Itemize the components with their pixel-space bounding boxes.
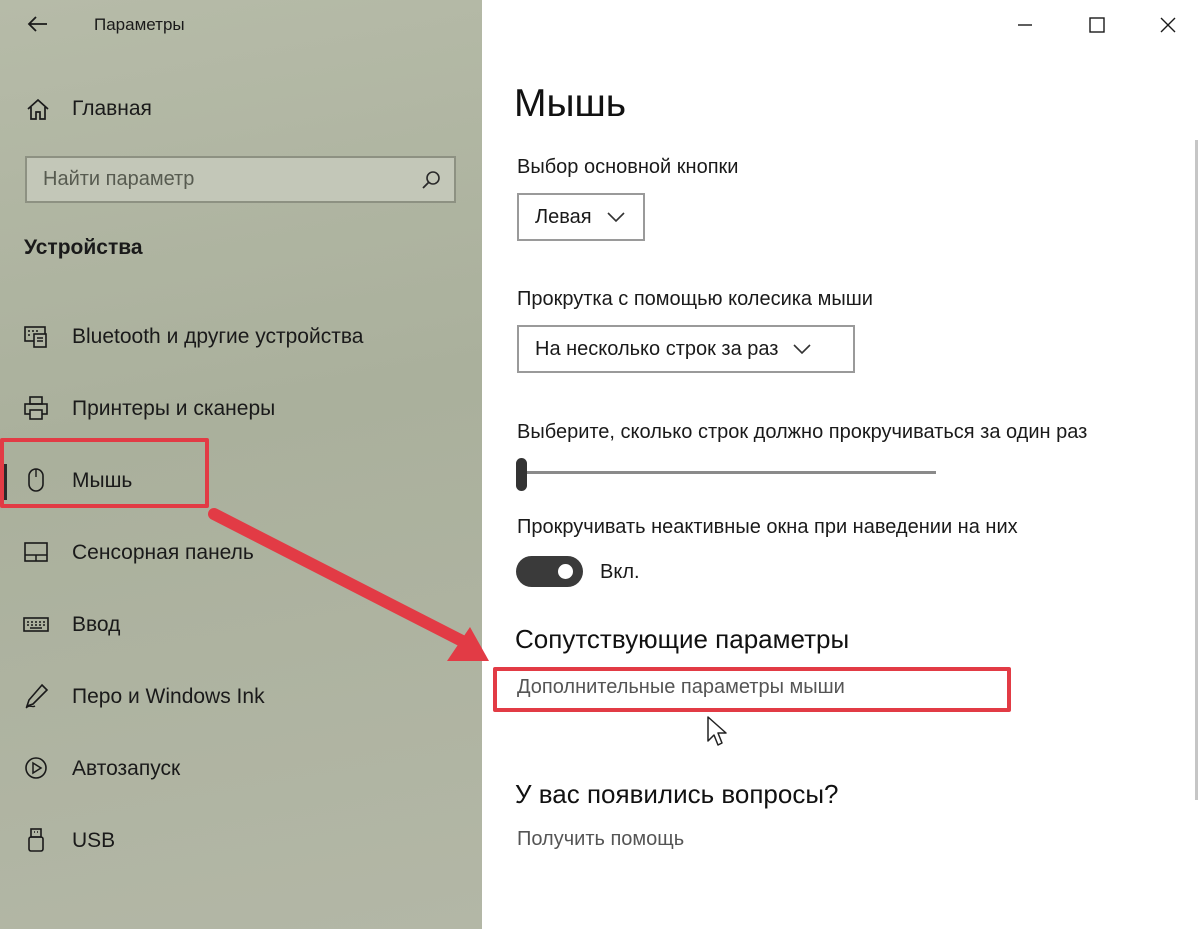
sidebar-item-pen[interactable]: Перо и Windows Ink xyxy=(0,672,482,722)
primary-button-value: Левая xyxy=(535,205,592,228)
primary-button-label: Выбор основной кнопки xyxy=(517,156,739,178)
wheel-scroll-value: На несколько строк за раз xyxy=(535,337,779,360)
toggle-state-label: Вкл. xyxy=(600,561,640,583)
lines-slider-track[interactable] xyxy=(517,471,936,474)
sidebar-item-bluetooth[interactable]: Bluetooth и другие устройства xyxy=(0,312,482,362)
section-title: Устройства xyxy=(24,236,143,259)
questions-heading: У вас появились вопросы? xyxy=(515,779,839,809)
toggle-knob xyxy=(558,564,573,579)
sidebar-item-label: USB xyxy=(72,829,116,852)
search-icon[interactable] xyxy=(420,169,442,191)
search-input[interactable] xyxy=(27,158,420,201)
sidebar-item-autoplay[interactable]: Автозапуск xyxy=(0,744,482,794)
maximize-icon[interactable] xyxy=(1082,10,1112,40)
get-help-link[interactable]: Получить помощь xyxy=(517,828,684,851)
touchpad-icon xyxy=(24,542,48,562)
minimize-icon[interactable] xyxy=(1010,10,1040,40)
app-title: Параметры xyxy=(94,15,185,34)
sidebar-item-home[interactable]: Главная xyxy=(24,92,152,126)
printer-icon xyxy=(24,396,48,420)
close-icon[interactable] xyxy=(1153,10,1183,40)
scrollbar[interactable] xyxy=(1195,140,1198,800)
related-settings-heading: Сопутствующие параметры xyxy=(515,624,850,654)
highlight-box-mouse xyxy=(0,438,209,508)
sidebar-item-printers[interactable]: Принтеры и сканеры xyxy=(0,384,482,434)
inactive-scroll-toggle[interactable] xyxy=(516,556,583,587)
inactive-scroll-label: Прокручивать неактивные окна при наведен… xyxy=(517,516,1018,538)
sidebar-item-label: Автозапуск xyxy=(72,757,181,780)
keyboard-icon xyxy=(23,617,49,632)
search-box[interactable] xyxy=(25,156,456,203)
autoplay-icon xyxy=(25,757,47,779)
primary-button-select[interactable]: Левая xyxy=(517,193,645,241)
sidebar-item-label: Ввод xyxy=(72,613,121,636)
sidebar-item-touchpad[interactable]: Сенсорная панель xyxy=(0,528,482,578)
mouse-cursor-icon xyxy=(707,716,727,746)
chevron-down-icon xyxy=(607,212,625,223)
sidebar-item-label: Сенсорная панель xyxy=(72,541,254,564)
sidebar-item-label: Перо и Windows Ink xyxy=(72,685,265,708)
wheel-scroll-select[interactable]: На несколько строк за раз xyxy=(517,325,855,373)
pen-icon xyxy=(25,683,49,709)
lines-to-scroll-label: Выберите, сколько строк должно прокручив… xyxy=(517,421,1088,443)
wheel-scroll-label: Прокрутка с помощью колесика мыши xyxy=(517,288,873,310)
highlight-box-link xyxy=(493,667,1011,712)
usb-icon xyxy=(28,828,44,852)
back-arrow-icon[interactable] xyxy=(26,12,50,36)
sidebar-item-label: Главная xyxy=(72,97,152,120)
lines-slider-thumb[interactable] xyxy=(516,458,527,491)
sidebar-item-usb[interactable]: USB xyxy=(0,816,482,866)
page-title: Мышь xyxy=(514,82,627,125)
bluetooth-devices-icon xyxy=(24,326,47,348)
chevron-down-icon xyxy=(793,344,812,355)
sidebar-item-label: Bluetooth и другие устройства xyxy=(72,325,364,348)
sidebar-item-typing[interactable]: Ввод xyxy=(0,600,482,650)
sidebar-item-label: Принтеры и сканеры xyxy=(72,397,276,420)
home-icon xyxy=(27,98,49,120)
